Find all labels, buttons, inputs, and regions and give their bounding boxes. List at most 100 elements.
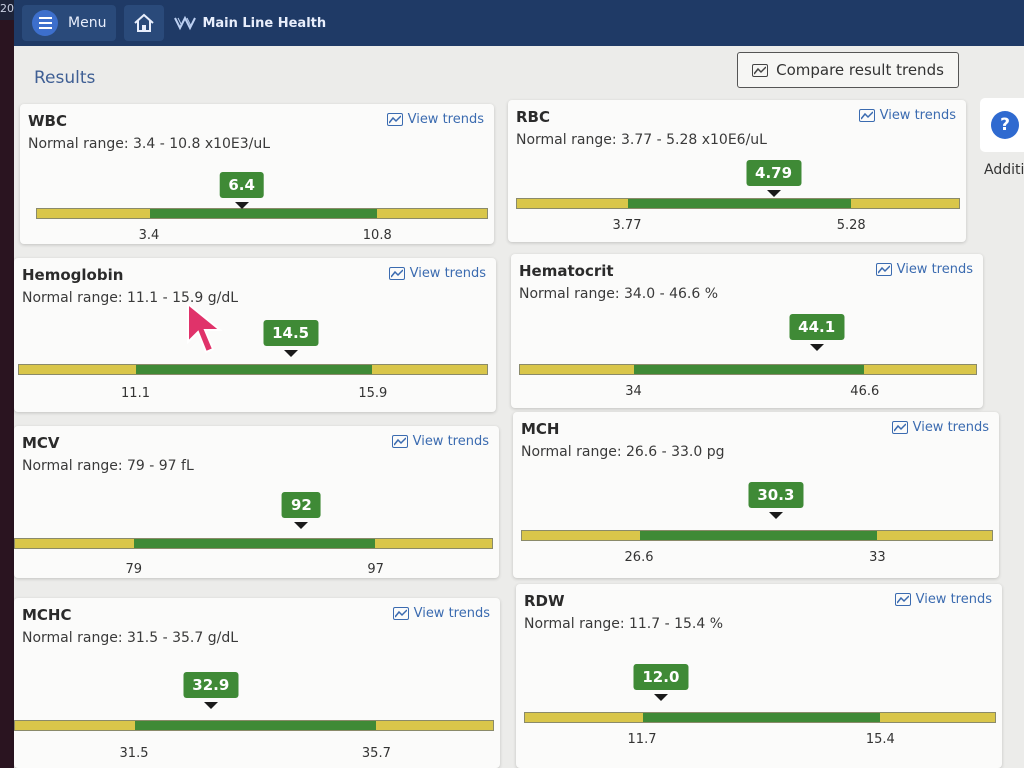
normal-range: Normal range: 31.5 - 35.7 g/dL: [22, 630, 239, 646]
value-marker-icon: [809, 344, 824, 351]
view-trends-label: View trends: [879, 108, 956, 123]
result-card-mcv: MCV Normal range: 79 - 97 fL View trends 92…: [14, 426, 499, 578]
view-trends-link[interactable]: View trends: [388, 266, 486, 281]
results-screen: Results Compare result trends ? Additi W…: [14, 46, 1024, 768]
mouse-cursor-icon: [187, 302, 223, 354]
range-high-label: 35.7: [361, 746, 391, 761]
view-trends-label: View trends: [912, 420, 989, 435]
above-range-segment: [375, 721, 493, 730]
range-high-label: 10.8: [362, 228, 392, 243]
compare-result-trends-button[interactable]: Compare result trends: [737, 52, 959, 88]
range-bar: [36, 208, 488, 219]
result-card-hematocrit: Hematocrit Normal range: 34.0 - 46.6 % Vie…: [511, 254, 983, 408]
normal-range-segment: [134, 539, 376, 548]
result-value-badge: 32.9: [183, 672, 239, 698]
menu-button[interactable]: Menu: [22, 5, 117, 41]
normal-range: Normal range: 79 - 97 fL: [22, 458, 194, 474]
range-high-label: 97: [367, 562, 384, 577]
result-card-rdw: RDW Normal range: 11.7 - 15.4 % View trend…: [516, 584, 1002, 768]
view-trends-link[interactable]: View trends: [891, 420, 989, 435]
value-marker-icon: [768, 512, 783, 519]
normal-range: Normal range: 34.0 - 46.6 %: [519, 286, 719, 302]
view-trends-link[interactable]: View trends: [386, 112, 484, 127]
range-high-label: 15.9: [358, 386, 388, 401]
normal-range: Normal range: 3.77 - 5.28 x10E6/uL: [516, 132, 767, 148]
trend-chart-icon: [891, 421, 908, 434]
range-low-label: 26.6: [624, 550, 654, 565]
below-range-segment: [15, 721, 135, 730]
above-range-segment: [876, 531, 992, 540]
range-low-label: 34: [625, 384, 642, 399]
range-bar: [521, 530, 993, 541]
view-trends-label: View trends: [915, 592, 992, 607]
value-marker-icon: [234, 202, 249, 209]
view-trends-label: View trends: [896, 262, 973, 277]
range-low-label: 3.4: [138, 228, 160, 243]
result-name: RDW: [524, 592, 565, 610]
trend-chart-icon: [894, 593, 911, 606]
below-range-segment: [522, 531, 640, 540]
above-range-segment: [879, 713, 995, 722]
compare-label: Compare result trends: [776, 61, 944, 79]
help-icon: ?: [991, 111, 1019, 139]
help-button[interactable]: ?: [980, 98, 1024, 152]
trend-chart-icon: [392, 607, 409, 620]
brand-logo-icon: [174, 15, 197, 31]
below-range-segment: [525, 713, 643, 722]
range-low-label: 11.1: [121, 386, 150, 401]
brand-logo[interactable]: Main Line Health: [174, 15, 326, 31]
range-high-label: 15.4: [865, 732, 895, 747]
below-range-segment: [517, 199, 628, 208]
range-bar: [14, 720, 494, 731]
normal-range-segment: [136, 365, 373, 374]
view-trends-link[interactable]: View trends: [894, 592, 992, 607]
view-trends-link[interactable]: View trends: [392, 606, 490, 621]
range-low-label: 31.5: [119, 746, 149, 761]
range-high-label: 33: [869, 550, 886, 565]
result-value-badge: 30.3: [748, 482, 804, 508]
value-marker-icon: [653, 694, 668, 701]
menu-label: Menu: [68, 15, 107, 31]
trend-chart-icon: [386, 113, 403, 126]
range-bar: [18, 364, 488, 375]
range-low-label: 11.7: [627, 732, 657, 747]
home-button[interactable]: [124, 5, 165, 41]
below-range-segment: [19, 365, 136, 374]
view-trends-label: View trends: [407, 112, 484, 127]
view-trends-label: View trends: [412, 434, 489, 449]
result-name: Hematocrit: [519, 262, 614, 280]
trend-chart-icon: [875, 263, 892, 276]
trend-chart-icon: [388, 267, 405, 280]
trend-chart-icon: [752, 63, 769, 77]
view-trends-link[interactable]: View trends: [875, 262, 973, 277]
normal-range-segment: [639, 531, 877, 540]
range-low-label: 79: [125, 562, 143, 577]
range-high-label: 46.6: [850, 384, 880, 399]
above-range-segment: [375, 539, 492, 548]
result-value-badge: 92: [281, 492, 321, 518]
normal-range: Normal range: 3.4 - 10.8 x10E3/uL: [28, 136, 271, 152]
top-nav-bar: Menu Main Line Health: [14, 0, 1024, 46]
brand-name: Main Line Health: [202, 15, 327, 31]
above-range-segment: [372, 365, 487, 374]
result-value-badge: 4.79: [746, 160, 802, 186]
view-trends-link[interactable]: View trends: [391, 434, 489, 449]
left-edge-strip: [0, 20, 14, 768]
below-range-segment: [520, 365, 634, 374]
result-name: RBC: [516, 108, 550, 126]
result-value-badge: 44.1: [789, 314, 845, 340]
value-marker-icon: [294, 522, 309, 529]
range-low-label: 3.77: [612, 218, 642, 233]
range-bar: [14, 538, 493, 549]
result-card-mchc: MCHC Normal range: 31.5 - 35.7 g/dL View t…: [14, 598, 500, 768]
above-range-segment: [864, 365, 976, 374]
above-range-segment: [850, 199, 959, 208]
range-bar: [516, 198, 960, 209]
view-trends-link[interactable]: View trends: [858, 108, 956, 123]
normal-range-segment: [134, 721, 376, 730]
result-card-wbc: WBC Normal range: 3.4 - 10.8 x10E3/uL View…: [20, 104, 494, 244]
normal-range-segment: [634, 365, 865, 374]
result-card-mch: MCH Normal range: 26.6 - 33.0 pg View tren…: [513, 412, 999, 578]
value-marker-icon: [283, 350, 298, 357]
range-bar: [524, 712, 996, 723]
